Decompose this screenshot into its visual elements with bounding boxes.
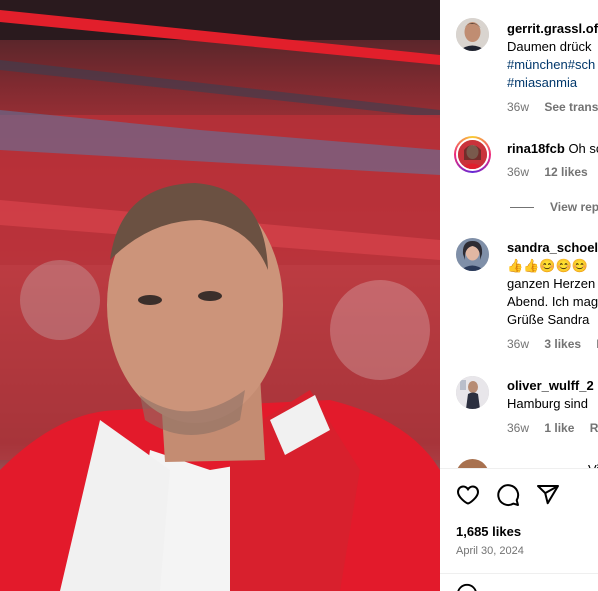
comment-age: 36w bbox=[507, 337, 530, 351]
comment-likes[interactable]: 3 likes bbox=[544, 337, 581, 351]
post-footer: 1,685 likes April 30, 2024 bbox=[440, 468, 598, 591]
comment-icon[interactable] bbox=[496, 483, 520, 507]
comment-text: Abend. Ich mag bbox=[507, 294, 598, 309]
comment-likes[interactable]: 1 like bbox=[544, 421, 574, 435]
author-avatar[interactable] bbox=[456, 18, 489, 51]
caption-hashtags[interactable]: #münchen#sch bbox=[507, 56, 595, 74]
see-translation-link[interactable]: See transla bbox=[544, 100, 598, 114]
post-side-panel: gerrit.grassl.of Daumen drück #münchen#s… bbox=[440, 0, 598, 591]
author-username[interactable]: gerrit.grassl.of bbox=[507, 21, 598, 36]
caption-hashtags-2[interactable]: #miasanmia bbox=[507, 74, 577, 92]
add-comment-row bbox=[440, 573, 598, 591]
likes-count[interactable]: 1,685 likes bbox=[456, 524, 521, 539]
comment-text: Hamburg sind bbox=[507, 396, 588, 411]
caption-age: 36w bbox=[507, 100, 530, 114]
view-replies-button[interactable]: View rep bbox=[510, 200, 598, 214]
comment-text: Oh sc bbox=[568, 141, 598, 156]
comment-age: 36w bbox=[507, 165, 530, 179]
comment-username[interactable]: sandra_schoell bbox=[507, 240, 598, 255]
share-icon[interactable] bbox=[536, 483, 560, 507]
comments-list[interactable]: gerrit.grassl.of Daumen drück #münchen#s… bbox=[440, 0, 598, 468]
reply-button[interactable]: Rep bbox=[590, 421, 598, 435]
comment-age: 36w bbox=[507, 421, 530, 435]
commenter-avatar[interactable] bbox=[456, 238, 489, 271]
view-replies-label: View rep bbox=[550, 200, 598, 214]
comment-text: Vi bbox=[588, 461, 598, 468]
comment-text: Grüße Sandra bbox=[507, 312, 590, 327]
stadium-selfie-image bbox=[0, 0, 440, 591]
post-date[interactable]: April 30, 2024 bbox=[456, 545, 524, 557]
comment-username[interactable]: rina18fcb bbox=[507, 141, 565, 156]
action-bar bbox=[456, 483, 560, 507]
comment-emojis: 👍👍😊😊😊 bbox=[507, 258, 588, 273]
emoji-icon[interactable] bbox=[456, 583, 478, 591]
commenter-avatar[interactable] bbox=[456, 459, 489, 468]
heart-icon[interactable] bbox=[456, 483, 480, 507]
commenter-avatar[interactable] bbox=[456, 376, 489, 409]
comment-likes[interactable]: 12 likes bbox=[544, 165, 587, 179]
caption-text: Daumen drück bbox=[507, 39, 592, 54]
comment-username[interactable]: oliver_wulff_2 bbox=[507, 378, 594, 393]
comment-text: ganzen Herzen bbox=[507, 276, 596, 291]
post-photo[interactable] bbox=[0, 0, 440, 591]
replies-divider bbox=[510, 207, 534, 209]
commenter-avatar[interactable] bbox=[454, 136, 491, 173]
